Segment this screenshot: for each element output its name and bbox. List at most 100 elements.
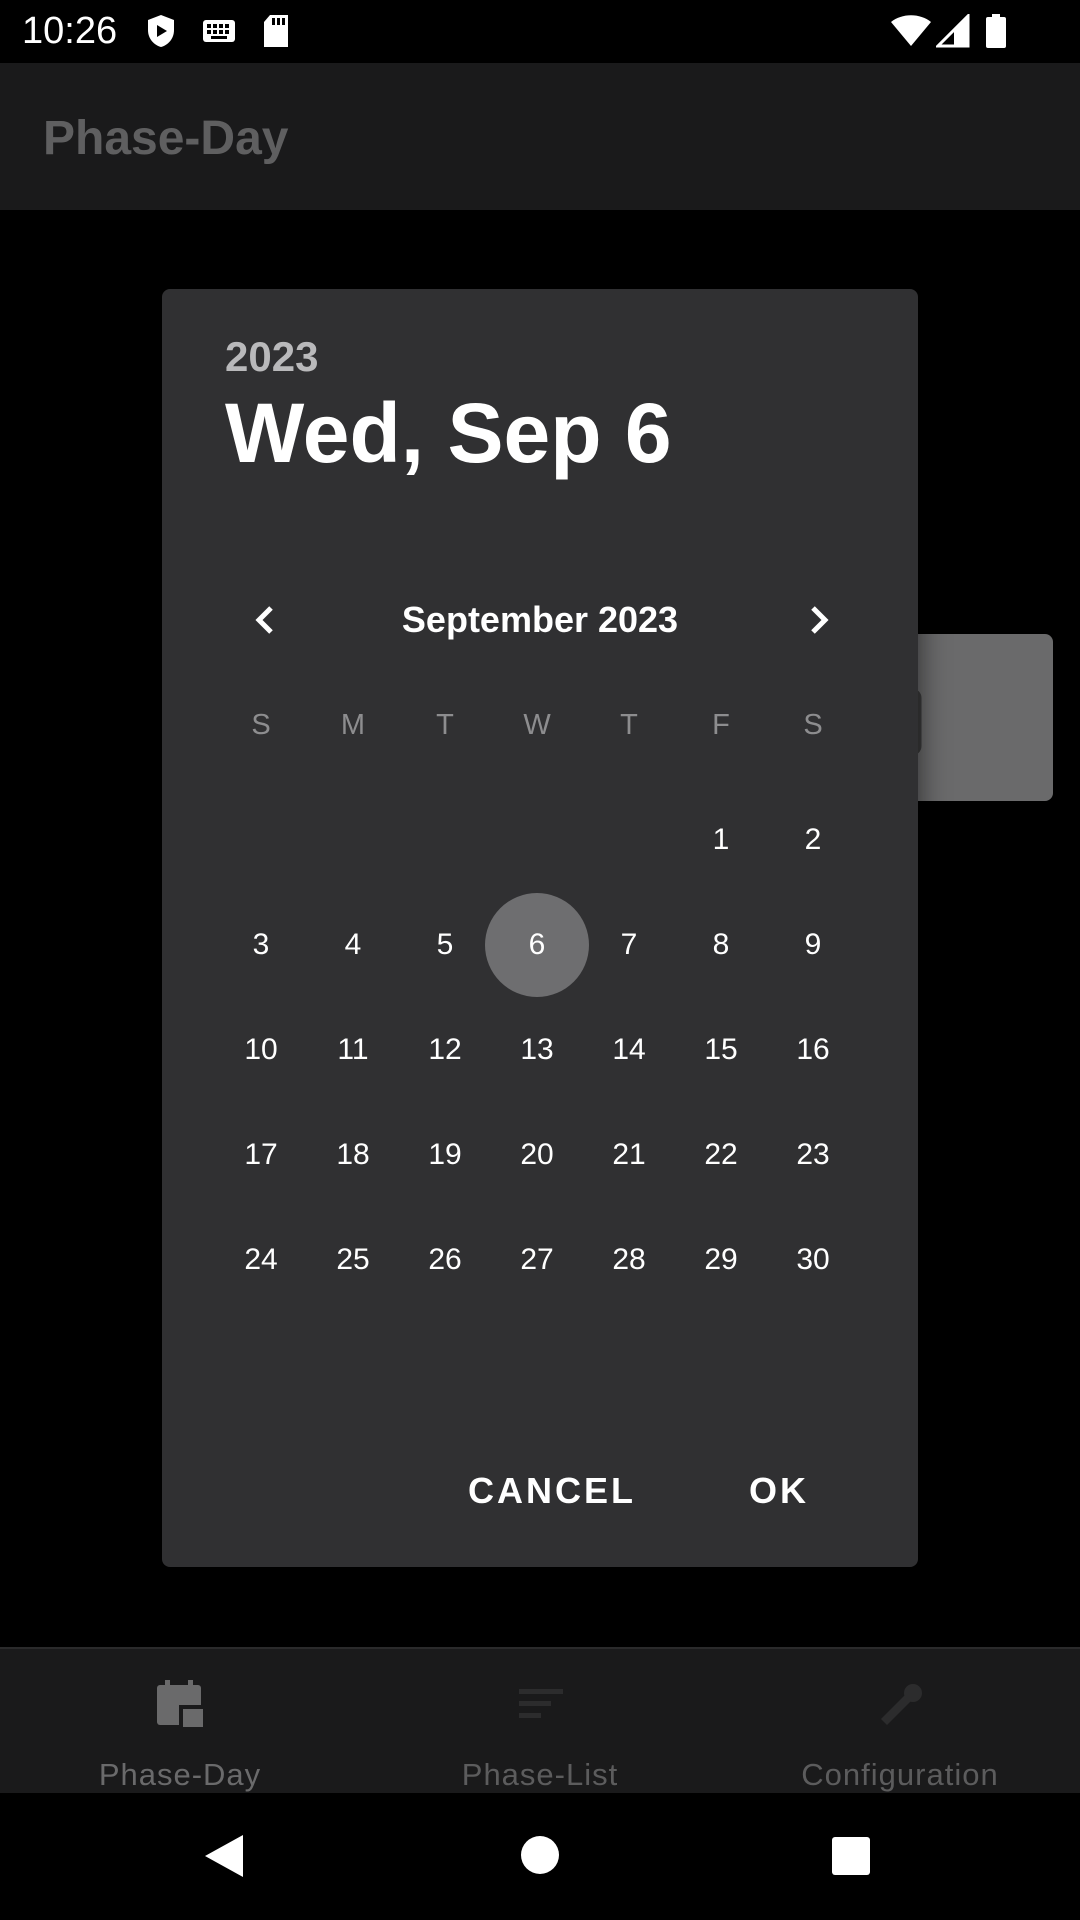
calendar-day-number: 12 (428, 1032, 462, 1066)
calendar-day-number: 9 (804, 927, 822, 961)
calendar-day-number: 16 (796, 1032, 830, 1066)
weekday-label: S (251, 709, 271, 741)
calendar-day[interactable]: 20 (491, 1102, 583, 1207)
chevron-right-icon (794, 606, 844, 649)
weekday-label: S (803, 709, 823, 741)
calendar-day[interactable]: 29 (675, 1207, 767, 1312)
cancel-button[interactable]: CANCEL (462, 1469, 642, 1513)
calendar-day-number: 4 (344, 927, 362, 961)
calendar-day[interactable]: 3 (215, 892, 307, 997)
calendar-day[interactable]: 14 (583, 997, 675, 1102)
calendar-day[interactable]: 28 (583, 1207, 675, 1312)
weekday-header-row: S M T W T F S (215, 709, 859, 759)
calendar-day[interactable]: 13 (491, 997, 583, 1102)
tab-phase-day[interactable]: Phase-Day (0, 1649, 360, 1795)
calendar-day-number: 13 (520, 1032, 554, 1066)
wifi-icon (890, 14, 932, 53)
calendar-day-number: 11 (337, 1032, 369, 1066)
calendar-day[interactable]: 23 (767, 1102, 859, 1207)
calendar-day-number: 28 (612, 1242, 646, 1276)
bottom-navigation: Phase-Day Phase-List Configuration (0, 1647, 1080, 1795)
calendar-day-number: 14 (612, 1032, 646, 1066)
calendar-day[interactable]: 24 (215, 1207, 307, 1312)
tab-label: Phase-List (461, 1757, 619, 1792)
signal-icon (934, 12, 970, 53)
calendar-day[interactable]: 1 (675, 787, 767, 892)
tab-label: Phase-Day (98, 1757, 262, 1792)
calendar-day-number: 30 (796, 1242, 830, 1276)
calendar-day[interactable]: 10 (215, 997, 307, 1102)
date-picker-dialog: 2023 Wed, Sep 6 September 2023 S M T W T… (162, 289, 918, 1567)
calendar-day-number: 23 (796, 1137, 830, 1171)
calendar-day-number: 6 (528, 927, 546, 961)
year-selector[interactable]: 2023 (225, 333, 318, 381)
app-title: Phase-Day (43, 112, 289, 165)
next-month-button[interactable] (794, 595, 844, 645)
tab-configuration[interactable]: Configuration (720, 1649, 1080, 1795)
calendar-day[interactable]: 16 (767, 997, 859, 1102)
calendar-day[interactable]: 21 (583, 1102, 675, 1207)
calendar-day[interactable]: 18 (307, 1102, 399, 1207)
calendar-day-number: 21 (612, 1137, 646, 1171)
weekday-label: T (620, 709, 638, 741)
calendar-day-selected[interactable]: 6 (485, 892, 589, 997)
calendar-day[interactable]: 19 (399, 1102, 491, 1207)
system-navigation-bar (0, 1793, 1080, 1920)
calendar-day[interactable]: 30 (767, 1207, 859, 1312)
calendar-day-number: 19 (428, 1137, 462, 1171)
weekday-label: F (712, 709, 730, 741)
calendar-day[interactable]: 7 (583, 892, 675, 997)
tab-label: Configuration (801, 1757, 999, 1792)
calendar-icon (155, 1679, 207, 1731)
calendar-day[interactable]: 9 (767, 892, 859, 997)
calendar-day[interactable]: 25 (307, 1207, 399, 1312)
ok-button[interactable]: OK (743, 1469, 815, 1513)
calendar-day-number: 22 (704, 1137, 738, 1171)
weekday-label: M (340, 709, 366, 741)
calendar-day-number: 25 (336, 1242, 370, 1276)
calendar-day-number: 5 (436, 927, 454, 961)
calendar-day-number: 18 (336, 1137, 370, 1171)
calendar-day-number: 3 (252, 927, 270, 961)
calendar-day-number: 29 (704, 1242, 738, 1276)
calendar-day-number: 2 (804, 822, 822, 856)
calendar-day-number: 17 (244, 1137, 278, 1171)
calendar-day[interactable]: 8 (675, 892, 767, 997)
calendar-day-number: 15 (704, 1032, 738, 1066)
calendar-empty-cell (583, 787, 675, 892)
calendar-day[interactable]: 5 (399, 892, 491, 997)
weekday-label: W (523, 709, 551, 741)
calendar-day-number: 7 (620, 927, 638, 961)
back-icon[interactable] (203, 1833, 245, 1884)
calendar-day[interactable]: 17 (215, 1102, 307, 1207)
calendar-empty-cell (491, 787, 583, 892)
calendar-day[interactable]: 15 (675, 997, 767, 1102)
calendar-day[interactable]: 27 (491, 1207, 583, 1312)
home-icon[interactable] (520, 1835, 560, 1880)
calendar-day-number: 8 (712, 927, 730, 961)
play-protect-icon (146, 14, 176, 53)
calendar-day-number: 24 (244, 1242, 278, 1276)
calendar-day[interactable]: 11 (307, 997, 399, 1102)
calendar-day-number: 27 (520, 1242, 554, 1276)
calendar-day[interactable]: 4 (307, 892, 399, 997)
calendar-day-number: 1 (712, 822, 730, 856)
calendar-day-number: 20 (520, 1137, 554, 1171)
calendar-empty-cell (307, 787, 399, 892)
keyboard-icon (202, 14, 236, 53)
calendar-day[interactable]: 26 (399, 1207, 491, 1312)
app-bar: Phase-Day (0, 63, 1080, 210)
battery-icon (985, 14, 1007, 53)
status-time: 10:26 (22, 10, 118, 52)
calendar-empty-cell (215, 787, 307, 892)
weekday-label: T (436, 709, 454, 741)
calendar-empty-cell (399, 787, 491, 892)
calendar-day-number: 26 (428, 1242, 462, 1276)
calendar-day[interactable]: 22 (675, 1102, 767, 1207)
calendar-day[interactable]: 12 (399, 997, 491, 1102)
tab-phase-list[interactable]: Phase-List (360, 1649, 720, 1795)
recents-icon[interactable] (831, 1836, 871, 1881)
wrench-icon (875, 1679, 927, 1731)
status-bar: 10:26 (0, 0, 1080, 63)
calendar-day[interactable]: 2 (767, 787, 859, 892)
